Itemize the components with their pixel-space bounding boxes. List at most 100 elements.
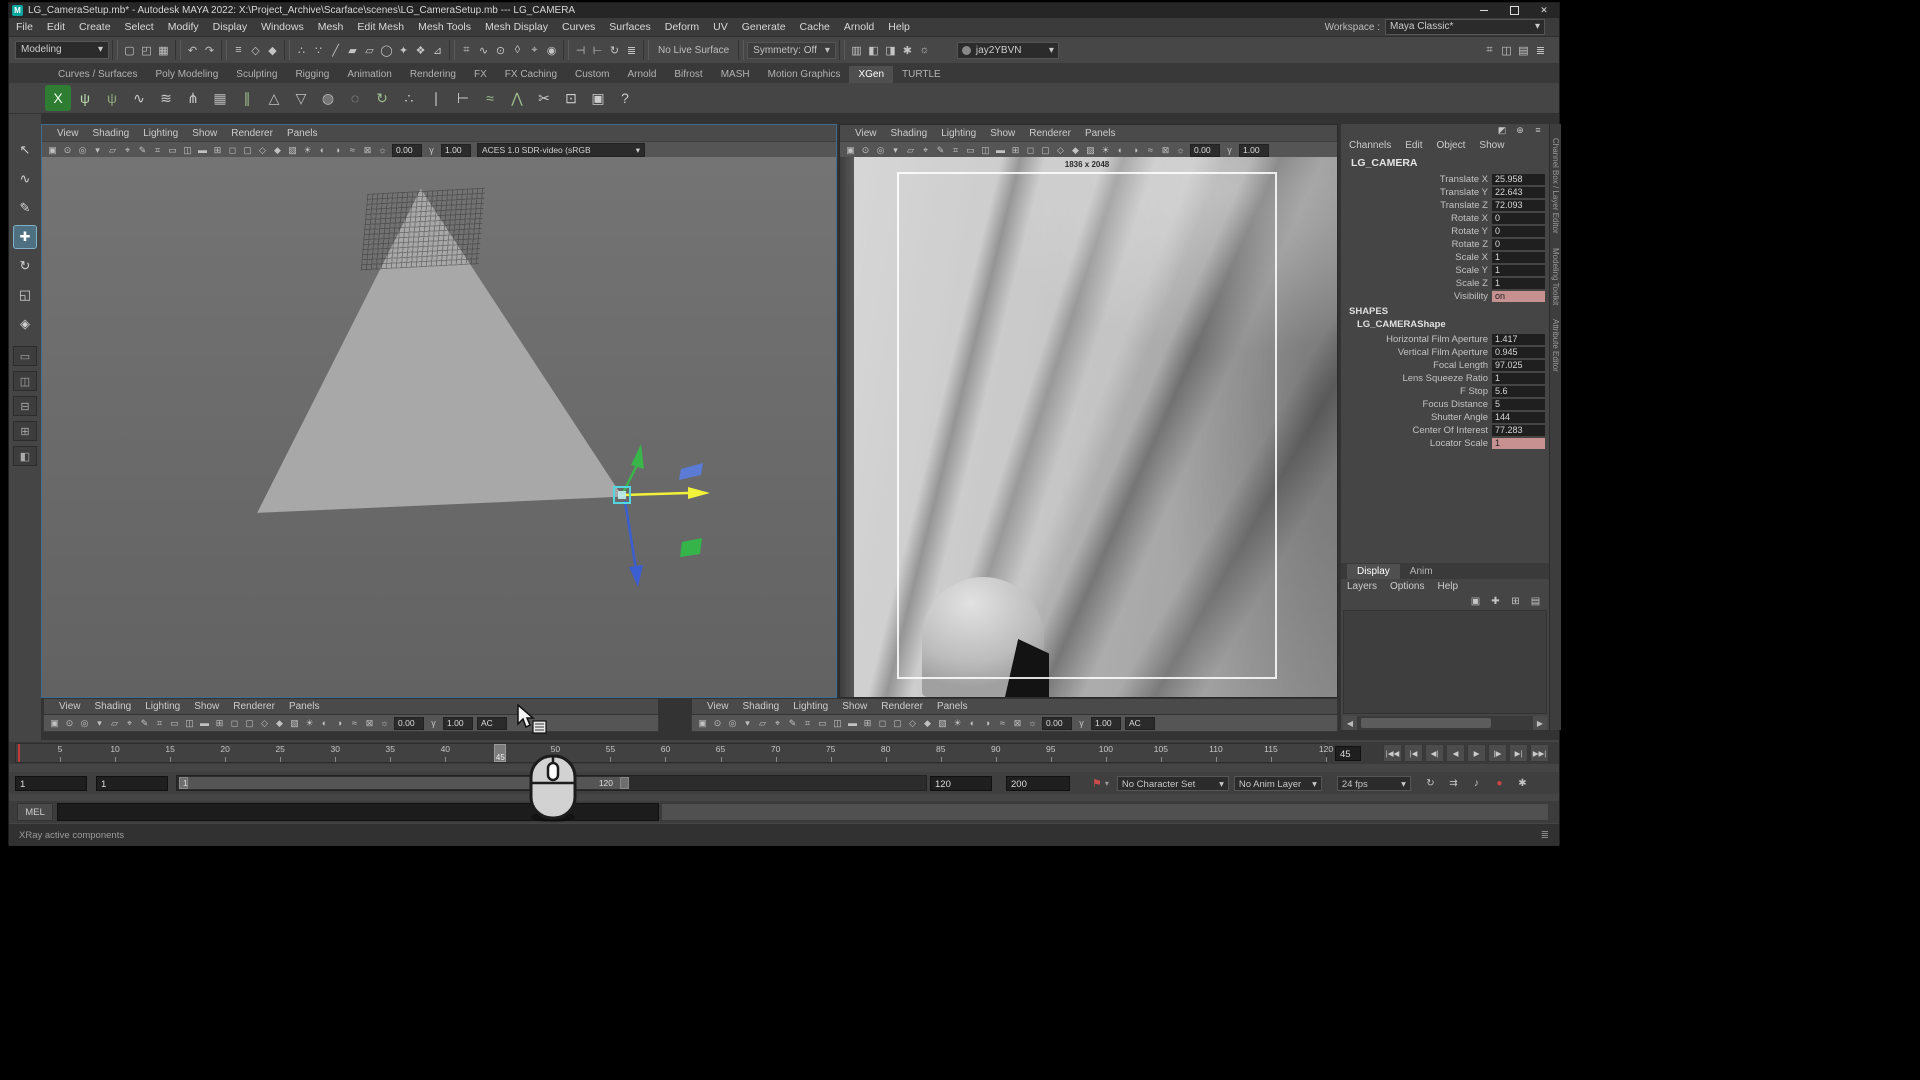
xgen-duplicate-description-icon[interactable]: ψ [99, 85, 125, 111]
2d-pan-zoom-icon[interactable]: ⌖ [122, 718, 137, 729]
shelf-tab[interactable]: TURTLE [893, 66, 950, 83]
menu-item[interactable]: Windows [254, 21, 311, 33]
bookmarks-icon[interactable]: ▾ [740, 718, 755, 729]
scroll-right-icon[interactable]: ▶ [1533, 716, 1547, 730]
channel-value-field[interactable]: 1 [1492, 438, 1545, 449]
grease-pencil-icon[interactable]: ✎ [137, 718, 152, 729]
gate-mask-icon[interactable]: ▬ [845, 718, 860, 729]
add-empty-layer-icon[interactable]: ✚ [1488, 594, 1503, 608]
lights-icon[interactable]: ☀ [1098, 145, 1113, 156]
select-tool-button[interactable]: ↖ [13, 138, 37, 162]
channel-value-field[interactable]: 5 [1492, 399, 1545, 410]
play-backwards-button[interactable]: ◀ [1446, 744, 1465, 762]
menu-item[interactable]: Cache [793, 21, 837, 33]
launch-render-setup-icon[interactable]: ☼ [916, 42, 933, 59]
viewport-menu-item[interactable]: View [50, 128, 86, 139]
layer-editor-menu-item[interactable]: Options [1390, 581, 1433, 592]
sidebar-vertical-tab[interactable]: Modeling Toolkit [1551, 248, 1560, 305]
2d-pan-zoom-icon[interactable]: ⌖ [120, 145, 135, 156]
xgen-preview-icon[interactable]: ◍ [315, 85, 341, 111]
viewport-menu-item[interactable]: Renderer [224, 128, 280, 139]
gamma-field[interactable]: 1.00 [443, 717, 473, 730]
new-scene-icon[interactable]: ▢ [121, 42, 138, 59]
wireframe-icon[interactable]: ◇ [905, 718, 920, 729]
menu-item[interactable]: Generate [735, 21, 793, 33]
fps-dropdown[interactable]: 24 fps▾ [1337, 776, 1411, 791]
playback-end-field[interactable]: 120 [930, 776, 992, 791]
image-plane-icon[interactable]: ▱ [903, 145, 918, 156]
step-back-key-button[interactable]: |◀ [1404, 744, 1423, 762]
ao-icon[interactable]: ◑ [1128, 145, 1143, 156]
grid-toggle-icon[interactable]: ⌗ [150, 145, 165, 156]
menu-item[interactable]: Help [881, 21, 917, 33]
viewport-menu-item[interactable]: Show [187, 701, 226, 712]
viewport-menu-item[interactable]: Renderer [226, 701, 282, 712]
xgen-create-description-icon[interactable]: ψ [72, 85, 98, 111]
xgen-add-cv-curves-icon[interactable]: ∿ [126, 85, 152, 111]
select-object-icon[interactable]: ◇ [247, 42, 264, 59]
select-hierarchy-icon[interactable]: ≡ [230, 42, 247, 59]
gate-mask-icon[interactable]: ▬ [197, 718, 212, 729]
perspective-viewport[interactable]: ViewShadingLightingShowRendererPanels ▣⊙… [41, 124, 837, 698]
wireframe-icon[interactable]: ◇ [255, 145, 270, 156]
open-render-view-icon[interactable]: ▥ [848, 42, 865, 59]
motion-blur-icon[interactable]: ≈ [345, 145, 360, 156]
menu-item[interactable]: Deform [658, 21, 706, 33]
resolution-gate-icon[interactable]: ◫ [978, 145, 993, 156]
xgen-help-icon[interactable]: ? [612, 85, 638, 111]
select-misc-icon[interactable]: ⊿ [429, 42, 446, 59]
xgen-import-selection-icon[interactable]: ▽ [288, 85, 314, 111]
shadows-icon[interactable]: ◐ [965, 718, 980, 729]
field-chart-icon[interactable]: ⊞ [210, 145, 225, 156]
viewport-menu-item[interactable]: Shading [88, 701, 139, 712]
ipr-render-icon[interactable]: ◨ [882, 42, 899, 59]
viewport-menu-item[interactable]: View [700, 701, 736, 712]
four-pane-layout-button[interactable]: ⊞ [13, 421, 37, 441]
channel-value-field[interactable]: 1 [1492, 373, 1545, 384]
menu-item[interactable]: Surfaces [602, 21, 657, 33]
textured-icon[interactable]: ▧ [1083, 145, 1098, 156]
channel-value-field[interactable]: 22.643 [1492, 187, 1545, 198]
2d-pan-zoom-icon[interactable]: ⌖ [770, 718, 785, 729]
xgen-attach-curves-icon[interactable]: ≋ [153, 85, 179, 111]
field-chart-icon[interactable]: ⊞ [1008, 145, 1023, 156]
grease-pencil-icon[interactable]: ✎ [135, 145, 150, 156]
playback-clamp-icon[interactable]: ⇉ [1446, 776, 1461, 791]
redo-icon[interactable]: ↷ [201, 42, 218, 59]
menu-item[interactable]: Mesh Display [478, 21, 555, 33]
make-live-icon[interactable]: ◉ [543, 42, 560, 59]
menu-item[interactable]: Curves [555, 21, 602, 33]
shaded-icon[interactable]: ◆ [272, 718, 287, 729]
step-forward-frame-button[interactable]: |▶ [1488, 744, 1507, 762]
channel-box-menu-item[interactable]: Object [1437, 140, 1474, 151]
title-bar[interactable]: M LG_CameraSetup.mb* - Autodesk MAYA 202… [9, 3, 1559, 18]
channel-box-menu-item[interactable]: Edit [1405, 140, 1430, 151]
channel-box-scrollbar[interactable]: ◀ ▶ [1343, 716, 1547, 730]
gamma-icon[interactable]: γ [1074, 718, 1089, 728]
textured-icon[interactable]: ▧ [287, 718, 302, 729]
channel-value-field[interactable]: 0 [1492, 226, 1545, 237]
film-gate-icon[interactable]: ▭ [963, 145, 978, 156]
viewport-menu-item[interactable]: View [52, 701, 88, 712]
output-connections-icon[interactable]: ⊢ [589, 42, 606, 59]
viewport-menu-item[interactable]: Panels [282, 701, 327, 712]
2d-pan-zoom-icon[interactable]: ⌖ [918, 145, 933, 156]
ao-icon[interactable]: ◑ [332, 718, 347, 729]
menu-item[interactable]: Mesh [311, 21, 351, 33]
resolution-gate-icon[interactable]: ◫ [180, 145, 195, 156]
viewport-menu-item[interactable]: Show [835, 701, 874, 712]
channel-value-field[interactable]: 1 [1492, 252, 1545, 263]
exposure-field[interactable]: 0.00 [1190, 144, 1220, 157]
viewport-menu-item[interactable]: Panels [1078, 128, 1123, 139]
viewport-menu-item[interactable]: Panels [280, 128, 325, 139]
symmetry-dropdown[interactable]: Symmetry: Off▾ [747, 42, 836, 59]
move-tool-button[interactable]: ✚ [13, 225, 37, 249]
layer-editor-menu-item[interactable]: Layers [1347, 581, 1386, 592]
help-line-grid-icon[interactable]: ≣ [1541, 830, 1549, 841]
exposure-field[interactable]: 0.00 [1042, 717, 1072, 730]
screencast-user-dropdown[interactable]: jay2YBVN ▾ [957, 42, 1059, 59]
resolution-gate-icon[interactable]: ◫ [182, 718, 197, 729]
viewport-menu-item[interactable]: Show [185, 128, 224, 139]
play-forwards-button[interactable]: ▶ [1467, 744, 1486, 762]
snap-grid-icon[interactable]: ⌗ [458, 42, 475, 59]
